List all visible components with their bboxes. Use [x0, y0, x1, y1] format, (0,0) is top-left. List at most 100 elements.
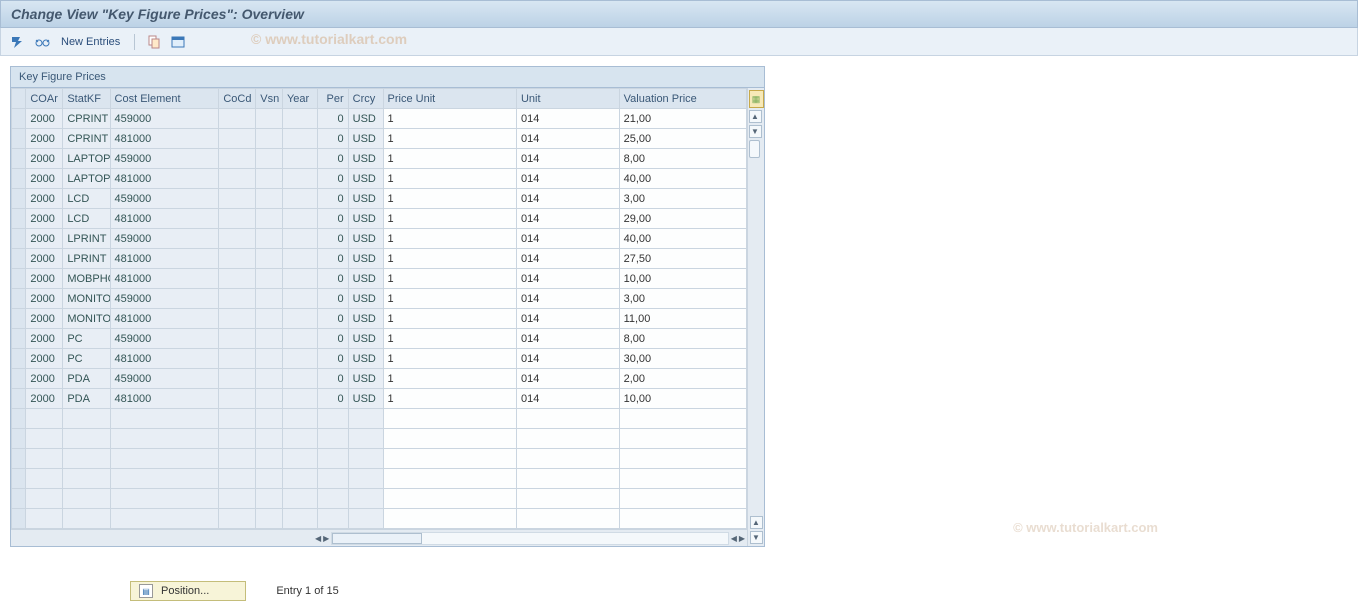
col-header-crcy[interactable]: Crcy [348, 89, 383, 109]
row-selector[interactable] [12, 469, 26, 489]
cell-valuation-price[interactable]: 10,00 [619, 269, 746, 289]
table-row-empty[interactable] [12, 409, 747, 429]
col-header-cost-element[interactable]: Cost Element [110, 89, 219, 109]
table-row[interactable]: 2000LAPTOP4810000USD101440,00 [12, 169, 747, 189]
cell-unit[interactable]: 014 [516, 349, 619, 369]
table-row-empty[interactable] [12, 429, 747, 449]
cell-valuation-price[interactable]: 8,00 [619, 149, 746, 169]
scroll-up-end-icon[interactable]: ▲ [750, 516, 763, 529]
cell-unit[interactable]: 014 [516, 389, 619, 409]
toggle-icon[interactable] [9, 33, 27, 51]
hscroll-thumb[interactable] [332, 533, 422, 544]
row-selector[interactable] [12, 249, 26, 269]
row-selector[interactable] [12, 449, 26, 469]
col-header-valuation-price[interactable]: Valuation Price [619, 89, 746, 109]
row-selector[interactable] [12, 309, 26, 329]
table-row[interactable]: 2000PC4810000USD101430,00 [12, 349, 747, 369]
row-selector[interactable] [12, 269, 26, 289]
row-selector[interactable] [12, 209, 26, 229]
table-row[interactable]: 2000MONITO4590000USD10143,00 [12, 289, 747, 309]
table-row[interactable]: 2000CPRINT4590000USD101421,00 [12, 109, 747, 129]
cell-price-unit[interactable]: 1 [383, 269, 516, 289]
cell-unit[interactable]: 014 [516, 129, 619, 149]
table-row-empty[interactable] [12, 469, 747, 489]
cell-valuation-price[interactable]: 2,00 [619, 369, 746, 389]
scroll-up-icon[interactable]: ▲ [749, 110, 762, 123]
table-row[interactable]: 2000LCD4810000USD101429,00 [12, 209, 747, 229]
delimit-icon[interactable] [169, 33, 187, 51]
cell-valuation-price[interactable]: 21,00 [619, 109, 746, 129]
table-row[interactable]: 2000LPRINT4590000USD101440,00 [12, 229, 747, 249]
row-selector[interactable] [12, 189, 26, 209]
row-selector[interactable] [12, 109, 26, 129]
col-header-year[interactable]: Year [282, 89, 317, 109]
table-row-empty[interactable] [12, 509, 747, 529]
row-selector[interactable] [12, 169, 26, 189]
row-selector[interactable] [12, 129, 26, 149]
cell-unit[interactable]: 014 [516, 209, 619, 229]
row-selector[interactable] [12, 389, 26, 409]
cell-price-unit[interactable]: 1 [383, 329, 516, 349]
cell-unit[interactable]: 014 [516, 109, 619, 129]
new-entries-button[interactable]: New Entries [57, 34, 124, 50]
row-selector[interactable] [12, 409, 26, 429]
cell-price-unit[interactable]: 1 [383, 309, 516, 329]
table-row-empty[interactable] [12, 489, 747, 509]
scroll-left-icon[interactable] [315, 532, 321, 544]
cell-valuation-price[interactable]: 8,00 [619, 329, 746, 349]
cell-price-unit[interactable]: 1 [383, 249, 516, 269]
table-row[interactable]: 2000PDA4590000USD10142,00 [12, 369, 747, 389]
col-header-statkf[interactable]: StatKF [63, 89, 110, 109]
row-selector[interactable] [12, 369, 26, 389]
cell-unit[interactable]: 014 [516, 169, 619, 189]
table-row[interactable]: 2000CPRINT4810000USD101425,00 [12, 129, 747, 149]
row-selector[interactable] [12, 489, 26, 509]
scroll-down-end-icon[interactable]: ▼ [750, 531, 763, 544]
vertical-scrollbar[interactable]: ▦ ▲ ▼ ▲ ▼ [747, 88, 764, 546]
scroll-down-icon[interactable]: ▼ [749, 125, 762, 138]
row-selector[interactable] [12, 509, 26, 529]
cell-unit[interactable]: 014 [516, 249, 619, 269]
glasses-icon[interactable] [33, 33, 51, 51]
vscroll-thumb[interactable] [749, 140, 760, 158]
copy-icon[interactable] [145, 33, 163, 51]
cell-price-unit[interactable]: 1 [383, 349, 516, 369]
select-all-header[interactable] [12, 89, 26, 109]
col-header-unit[interactable]: Unit [516, 89, 619, 109]
cell-price-unit[interactable]: 1 [383, 289, 516, 309]
cell-valuation-price[interactable]: 25,00 [619, 129, 746, 149]
cell-unit[interactable]: 014 [516, 229, 619, 249]
cell-valuation-price[interactable]: 30,00 [619, 349, 746, 369]
table-row[interactable]: 2000PDA4810000USD101410,00 [12, 389, 747, 409]
position-button[interactable]: ▤ Position... [130, 581, 246, 601]
table-settings-icon[interactable]: ▦ [749, 90, 764, 108]
scroll-right-end-icon[interactable] [739, 532, 745, 544]
cell-valuation-price[interactable]: 10,00 [619, 389, 746, 409]
cell-valuation-price[interactable]: 40,00 [619, 229, 746, 249]
table-row[interactable]: 2000LAPTOP4590000USD10148,00 [12, 149, 747, 169]
cell-price-unit[interactable]: 1 [383, 209, 516, 229]
row-selector[interactable] [12, 289, 26, 309]
table-row[interactable]: 2000PC4590000USD10148,00 [12, 329, 747, 349]
row-selector[interactable] [12, 349, 26, 369]
cell-valuation-price[interactable]: 27,50 [619, 249, 746, 269]
cell-price-unit[interactable]: 1 [383, 109, 516, 129]
col-header-cocd[interactable]: CoCd [219, 89, 256, 109]
table-row[interactable]: 2000LCD4590000USD10143,00 [12, 189, 747, 209]
row-selector[interactable] [12, 329, 26, 349]
table-row[interactable]: 2000MOBPHO4810000USD101410,00 [12, 269, 747, 289]
col-header-price-unit[interactable]: Price Unit [383, 89, 516, 109]
table-row-empty[interactable] [12, 449, 747, 469]
cell-valuation-price[interactable]: 3,00 [619, 189, 746, 209]
cell-unit[interactable]: 014 [516, 309, 619, 329]
col-header-per[interactable]: Per [317, 89, 348, 109]
cell-price-unit[interactable]: 1 [383, 149, 516, 169]
horizontal-scrollbar[interactable] [11, 529, 747, 546]
col-header-coar[interactable]: COAr [26, 89, 63, 109]
cell-unit[interactable]: 014 [516, 329, 619, 349]
col-header-vsn[interactable]: Vsn [256, 89, 283, 109]
row-selector[interactable] [12, 149, 26, 169]
cell-unit[interactable]: 014 [516, 369, 619, 389]
cell-valuation-price[interactable]: 11,00 [619, 309, 746, 329]
cell-price-unit[interactable]: 1 [383, 189, 516, 209]
